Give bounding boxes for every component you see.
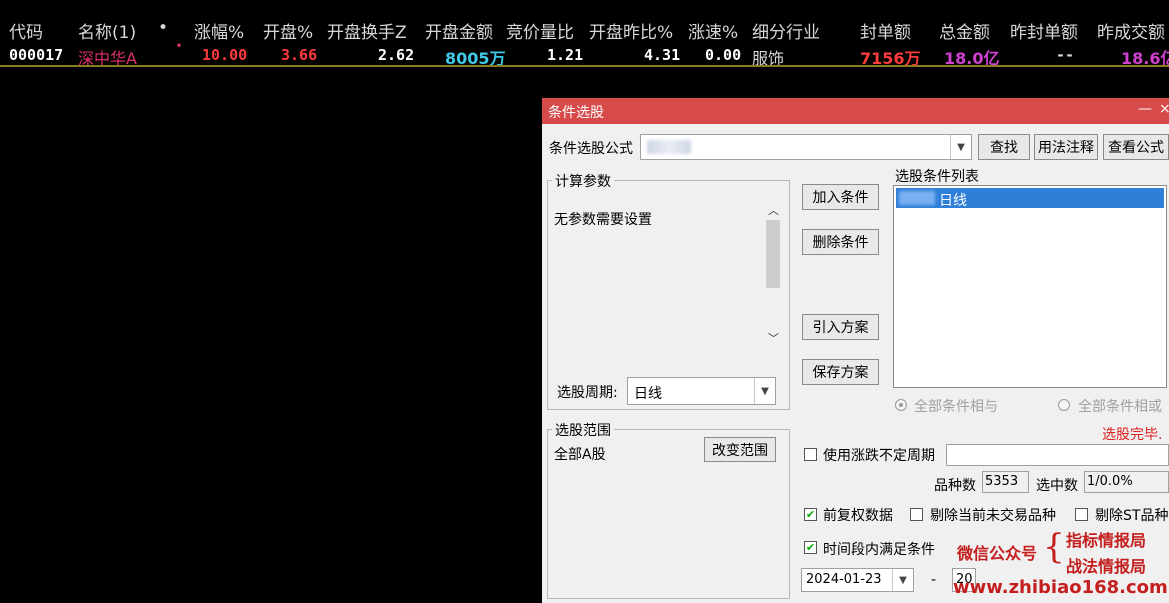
uncertain-period-label: 使用涨跌不定周期	[823, 448, 935, 464]
condition-list-label: 选股条件列表	[895, 169, 979, 185]
radio-and[interactable]	[895, 399, 907, 411]
chevron-down-icon[interactable]: ▼	[754, 378, 775, 404]
scroll-down-icon[interactable]: ﹀	[768, 330, 779, 346]
start-date-picker[interactable]: 2024-01-23 ▼	[801, 568, 914, 592]
header-seal-amount[interactable]: 封单额	[860, 18, 911, 43]
calendar-dropdown-icon[interactable]: ▼	[892, 569, 913, 591]
check-icon: ✔	[805, 508, 816, 521]
header-open-prev-ratio[interactable]: 开盘昨比%	[589, 18, 673, 43]
cell-prev-seal: --	[1056, 46, 1075, 64]
cell-bid-ratio: 1.21	[547, 46, 584, 64]
period-value: 日线	[634, 386, 662, 402]
selected-value: 1/0.0%	[1087, 474, 1133, 489]
uncertain-period-input[interactable]	[946, 444, 1169, 466]
calc-params-label: 计算参数	[552, 171, 614, 191]
list-item[interactable]: 日线	[896, 188, 1164, 209]
condition-list[interactable]: 日线	[893, 185, 1167, 388]
watermark-site: www.zhibiao168.com	[953, 577, 1168, 598]
header-total-amount[interactable]: 总金额	[939, 18, 990, 43]
header-prev-volume[interactable]: 昨成交额	[1097, 18, 1165, 43]
exclude-st-label: 剔除ST品种	[1095, 508, 1169, 524]
header-change-pct[interactable]: 涨幅%	[194, 18, 244, 43]
header-speed[interactable]: 涨速%	[688, 18, 738, 43]
time-range-checkbox[interactable]: ✔	[804, 541, 817, 554]
scroll-up-icon[interactable]: ︿	[768, 202, 779, 218]
uncertain-period-checkbox[interactable]	[804, 448, 817, 461]
exclude-st-checkbox[interactable]	[1075, 508, 1088, 521]
header-open-turnover[interactable]: 开盘换手Z	[327, 18, 407, 43]
formula-combo[interactable]: ▼	[640, 134, 972, 160]
header-industry[interactable]: 细分行业	[752, 18, 820, 43]
cell-open-pct: 3.66	[281, 46, 318, 64]
condition-name-blurred	[899, 191, 935, 205]
period-label: 选股周期:	[557, 385, 618, 401]
watermark-line2: 战法情报局	[1066, 557, 1147, 576]
count-box: 5353	[982, 471, 1029, 493]
exclude-untraded-label: 剔除当前未交易品种	[930, 508, 1056, 524]
header-prev-seal[interactable]: 昨封单额	[1010, 18, 1078, 43]
period-select[interactable]: 日线 ▼	[627, 377, 776, 405]
condition-item-label: 日线	[939, 193, 967, 209]
cell-change-pct: 10.00	[202, 46, 248, 64]
watermark-brace-icon: {	[1043, 527, 1065, 567]
fq-checkbox[interactable]: ✔	[804, 508, 817, 521]
range-value: 全部A股	[554, 447, 606, 463]
date-separator: -	[931, 572, 937, 588]
header-bid-ratio[interactable]: 竞价量比	[506, 18, 574, 43]
delete-condition-button[interactable]: 删除条件	[802, 229, 879, 255]
dialog-title: 条件选股	[548, 105, 604, 121]
count-value: 5353	[985, 474, 1019, 489]
header-dot: •	[158, 18, 169, 38]
add-condition-button[interactable]: 加入条件	[802, 184, 879, 210]
start-date-value: 2024-01-23	[806, 572, 882, 587]
find-button[interactable]: 查找	[978, 134, 1030, 160]
status-text: 选股完毕.	[1102, 427, 1163, 443]
radio-or[interactable]	[1058, 399, 1070, 411]
params-scrollbar[interactable]: ︿ ﹀	[764, 202, 782, 348]
no-params-text: 无参数需要设置	[554, 212, 652, 228]
cell-speed: 0.00	[705, 46, 742, 64]
save-plan-button[interactable]: 保存方案	[802, 359, 879, 385]
range-label: 选股范围	[552, 420, 614, 440]
header-code[interactable]: 代码	[9, 18, 43, 43]
cell-open-prev-ratio: 4.31	[644, 46, 681, 64]
formula-name-blurred	[647, 140, 691, 154]
selected-label: 选中数	[1036, 478, 1078, 494]
scroll-thumb[interactable]	[766, 220, 780, 288]
minimize-icon[interactable]: —	[1138, 101, 1152, 117]
cell-open-turnover: 2.62	[378, 46, 415, 64]
usage-button[interactable]: 用法注释	[1034, 134, 1098, 160]
check-icon: ✔	[805, 541, 816, 554]
chevron-down-icon[interactable]: ▼	[950, 135, 971, 159]
cell-code: 000017	[9, 46, 64, 64]
watermark-line1: 指标情报局	[1066, 531, 1147, 550]
time-range-label: 时间段内满足条件	[823, 542, 935, 558]
watermark-wechat: 微信公众号	[957, 544, 1038, 563]
header-name[interactable]: 名称(1)	[78, 18, 136, 43]
dialog-titlebar[interactable]: 条件选股 — ×	[542, 98, 1169, 124]
selected-box: 1/0.0%	[1084, 471, 1169, 493]
view-formula-button[interactable]: 查看公式	[1103, 134, 1169, 160]
import-plan-button[interactable]: 引入方案	[802, 314, 879, 340]
count-label: 品种数	[934, 478, 976, 494]
header-open-pct[interactable]: 开盘%	[263, 18, 313, 43]
formula-label: 条件选股公式	[549, 141, 633, 157]
cell-mark: •	[176, 41, 183, 52]
radio-and-label: 全部条件相与	[914, 399, 998, 415]
close-icon[interactable]: ×	[1159, 101, 1169, 117]
radio-or-label: 全部条件相或	[1078, 399, 1162, 415]
change-range-button[interactable]: 改变范围	[704, 437, 776, 462]
header-open-amount[interactable]: 开盘金额	[425, 18, 493, 43]
row-selection-line	[0, 65, 1169, 67]
fq-label: 前复权数据	[823, 508, 893, 524]
exclude-untraded-checkbox[interactable]	[910, 508, 923, 521]
